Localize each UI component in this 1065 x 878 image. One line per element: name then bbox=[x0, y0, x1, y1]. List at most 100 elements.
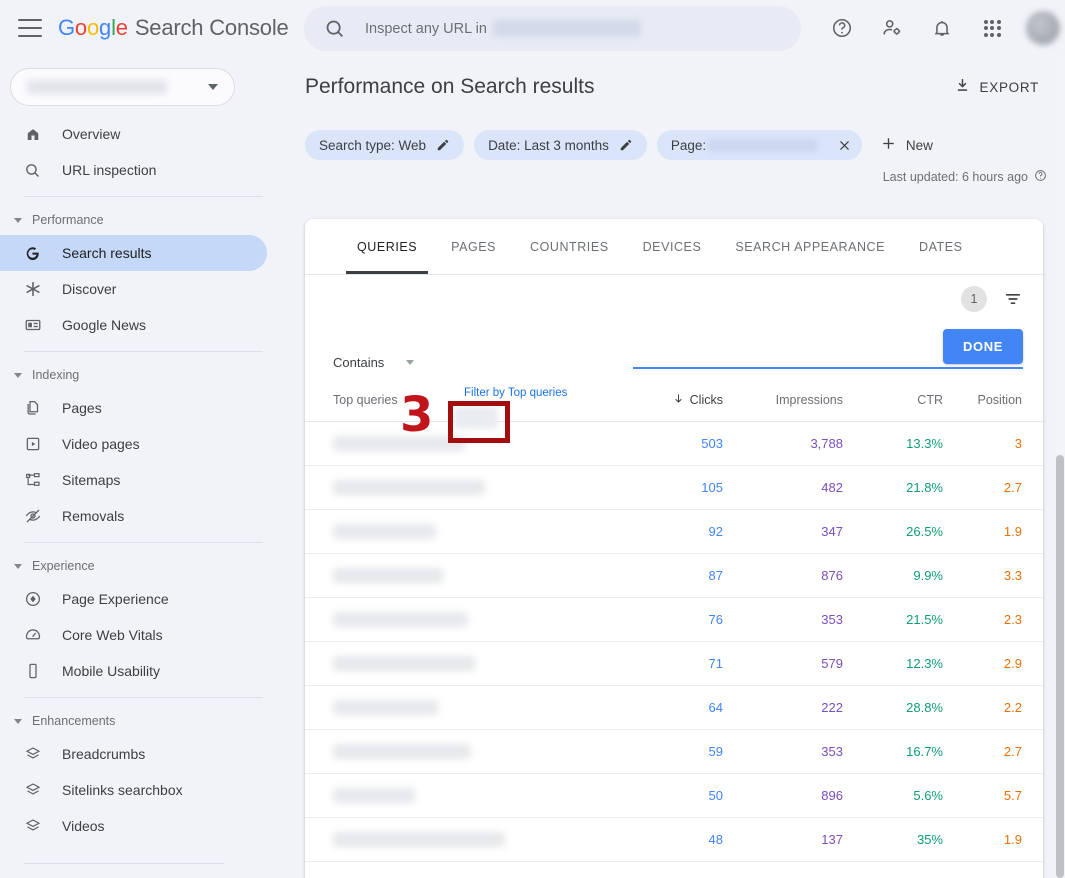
sidebar-group-experience[interactable]: Experience bbox=[0, 551, 287, 581]
funnel-icon[interactable] bbox=[1003, 289, 1023, 309]
redacted-query-bar bbox=[333, 612, 468, 627]
sidebar-item-video-pages[interactable]: Video pages bbox=[0, 426, 267, 462]
cell-clicks: 92 bbox=[605, 509, 723, 554]
sidebar-item-url-inspection[interactable]: URL inspection bbox=[0, 152, 267, 188]
cell-position: 2.9 bbox=[943, 641, 1043, 686]
column-header-position[interactable]: Position bbox=[943, 378, 1043, 422]
dimension-tabs: QUERIES PAGES COUNTRIES DEVICES SEARCH A… bbox=[305, 219, 1043, 275]
help-icon[interactable] bbox=[822, 8, 862, 48]
notifications-bell-icon[interactable] bbox=[922, 8, 962, 48]
column-header-label: Clicks bbox=[689, 393, 723, 407]
cell-impressions: 137 bbox=[723, 817, 843, 862]
menu-hamburger-icon[interactable] bbox=[18, 19, 42, 37]
filter-operator-select[interactable]: Contains bbox=[333, 355, 415, 378]
edit-pencil-icon[interactable] bbox=[619, 138, 633, 152]
sidebar-item-label: Overview bbox=[62, 126, 121, 142]
video-page-icon bbox=[24, 435, 46, 453]
sidebar-group-performance[interactable]: Performance bbox=[0, 205, 287, 235]
sidebar-item-videos[interactable]: Videos bbox=[0, 808, 267, 844]
edit-pencil-icon[interactable] bbox=[436, 138, 450, 152]
tab-countries[interactable]: COUNTRIES bbox=[513, 219, 626, 274]
sidebar-item-pages[interactable]: Pages bbox=[0, 390, 267, 426]
close-icon[interactable] bbox=[837, 138, 852, 153]
filter-editor-row: Contains DONE bbox=[305, 322, 1043, 378]
cell-ctr: 35% bbox=[843, 817, 943, 862]
tab-pages[interactable]: PAGES bbox=[434, 219, 513, 274]
column-header-ctr[interactable]: CTR bbox=[843, 378, 943, 422]
cell-ctr: 28.8% bbox=[843, 685, 943, 730]
cell-impressions: 482 bbox=[723, 465, 843, 510]
property-selector[interactable] bbox=[10, 68, 235, 106]
sidebar-divider bbox=[24, 542, 263, 543]
chevron-down-icon bbox=[14, 372, 22, 378]
page-chip[interactable]: Page: bbox=[656, 130, 862, 160]
chevron-down-icon bbox=[14, 718, 22, 724]
sidebar-item-discover[interactable]: Discover bbox=[0, 271, 267, 307]
tab-dates[interactable]: DATES bbox=[902, 219, 980, 274]
sidebar-item-removals[interactable]: Removals bbox=[0, 498, 267, 534]
url-inspection-search-bar[interactable]: Inspect any URL in bbox=[304, 6, 801, 51]
sidebar-group-label: Experience bbox=[32, 559, 95, 573]
table-row[interactable]: 76 353 21.5% 2.3 bbox=[305, 597, 1043, 642]
sidebar-group-label: Indexing bbox=[32, 368, 80, 382]
cell-impressions: 347 bbox=[723, 509, 843, 554]
cell-position: 3 bbox=[943, 421, 1043, 466]
date-chip[interactable]: Date: Last 3 months bbox=[474, 130, 647, 160]
sidebar-item-sitemaps[interactable]: Sitemaps bbox=[0, 462, 267, 498]
account-avatar[interactable] bbox=[1026, 11, 1060, 45]
sidebar-item-sitelinks-searchbox[interactable]: Sitelinks searchbox bbox=[0, 772, 267, 808]
table-body: 503 3,788 13.3% 3 105 482 21.8% 2.7 92 347 26.5% 1.… bbox=[305, 421, 1043, 862]
table-row[interactable]: 105 482 21.8% 2.7 bbox=[305, 465, 1043, 510]
sidebar-group-indexing[interactable]: Indexing bbox=[0, 360, 287, 390]
table-row[interactable]: 59 353 16.7% 2.7 bbox=[305, 729, 1043, 774]
top-bar-actions bbox=[822, 0, 1065, 56]
annotation-highlight-box bbox=[448, 401, 510, 443]
table-row[interactable]: 71 579 12.3% 2.9 bbox=[305, 641, 1043, 686]
cell-position: 1.9 bbox=[943, 817, 1043, 862]
table-row[interactable]: 50 896 5.6% 5.7 bbox=[305, 773, 1043, 818]
cell-impressions: 222 bbox=[723, 685, 843, 730]
sidebar-item-label: Sitemaps bbox=[62, 472, 121, 488]
tab-devices[interactable]: DEVICES bbox=[626, 219, 719, 274]
page-scrollbar-thumb[interactable] bbox=[1056, 455, 1064, 878]
cell-query-redacted bbox=[305, 773, 605, 818]
active-filter-count-badge[interactable]: 1 bbox=[961, 285, 987, 312]
sidebar-item-overview[interactable]: Overview bbox=[0, 116, 267, 152]
table-row[interactable]: 87 876 9.9% 3.3 bbox=[305, 553, 1043, 598]
tab-queries[interactable]: QUERIES bbox=[340, 219, 434, 274]
search-type-chip[interactable]: Search type: Web bbox=[305, 130, 465, 160]
sidebar-group-enhancements[interactable]: Enhancements bbox=[0, 706, 287, 736]
tab-search-appearance[interactable]: SEARCH APPEARANCE bbox=[718, 219, 902, 274]
new-filter-button[interactable]: New bbox=[872, 131, 941, 159]
column-header-clicks[interactable]: Clicks bbox=[605, 378, 723, 422]
user-settings-icon[interactable] bbox=[872, 8, 912, 48]
cell-position: 2.7 bbox=[943, 729, 1043, 774]
chip-label: Search type: Web bbox=[319, 137, 427, 153]
sidebar-item-label: Mobile Usability bbox=[62, 663, 161, 679]
page-experience-icon bbox=[24, 590, 46, 608]
page-title: Performance on Search results bbox=[305, 75, 595, 98]
table-row[interactable]: 48 137 35% 1.9 bbox=[305, 817, 1043, 862]
cell-clicks: 105 bbox=[605, 465, 723, 510]
sidebar-item-breadcrumbs[interactable]: Breadcrumbs bbox=[0, 736, 267, 772]
export-button[interactable]: EXPORT bbox=[946, 71, 1047, 103]
google-apps-grid-icon[interactable] bbox=[972, 8, 1012, 48]
chip-label: Page: bbox=[670, 137, 707, 153]
sidebar-item-page-experience[interactable]: Page Experience bbox=[0, 581, 267, 617]
column-header-impressions[interactable]: Impressions bbox=[723, 378, 843, 422]
sidebar-divider bbox=[24, 196, 263, 197]
sidebar-item-mobile-usability[interactable]: Mobile Usability bbox=[0, 653, 267, 689]
redacted-query-bar bbox=[333, 524, 436, 539]
table-row[interactable]: 92 347 26.5% 1.9 bbox=[305, 509, 1043, 554]
chevron-down-icon bbox=[208, 84, 218, 90]
cell-query-redacted bbox=[305, 685, 605, 730]
sidebar-item-label: Discover bbox=[62, 281, 117, 297]
sidebar-item-search-results[interactable]: Search results bbox=[0, 235, 267, 271]
done-button[interactable]: DONE bbox=[943, 329, 1023, 364]
sidebar-item-google-news[interactable]: Google News bbox=[0, 307, 267, 343]
last-updated-text: Last updated: 6 hours ago bbox=[882, 170, 1028, 184]
sidebar-divider bbox=[24, 697, 263, 698]
table-row[interactable]: 64 222 28.8% 2.2 bbox=[305, 685, 1043, 730]
help-circle-icon[interactable] bbox=[1034, 169, 1047, 185]
sidebar-item-core-web-vitals[interactable]: Core Web Vitals bbox=[0, 617, 267, 653]
